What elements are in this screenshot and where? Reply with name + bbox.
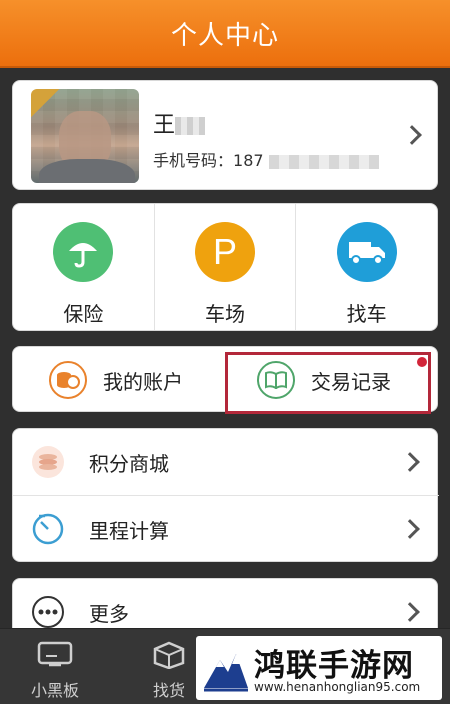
list-item-points-mall[interactable]: 积分商城 bbox=[13, 429, 439, 495]
more-label: 更多 bbox=[89, 601, 129, 626]
points-icon bbox=[32, 446, 64, 478]
service-find-truck[interactable]: 找车 bbox=[295, 204, 437, 330]
redacted-name bbox=[175, 117, 206, 135]
redacted-phone bbox=[268, 154, 379, 169]
tab-blackboard[interactable]: 小黑板 bbox=[10, 629, 100, 704]
blackboard-icon bbox=[37, 641, 73, 667]
watermark-brand: 鸿联手游网 bbox=[254, 648, 414, 684]
service-insurance[interactable]: 保险 bbox=[13, 204, 154, 330]
coins-icon bbox=[49, 361, 87, 399]
user-phone: 手机号码：187 bbox=[153, 147, 379, 171]
watermark-url: www.henanhonglian95.com bbox=[254, 680, 421, 694]
user-name: 王 bbox=[153, 107, 206, 139]
phone-number: 187 bbox=[233, 151, 264, 170]
profile-card[interactable]: 王 手机号码：187 bbox=[12, 80, 438, 190]
highlight-box bbox=[225, 352, 431, 414]
services-card: 保险 P 车场 找车 bbox=[12, 203, 438, 331]
page-title: 个人中心 bbox=[170, 20, 279, 51]
umbrella-icon bbox=[53, 222, 114, 282]
notification-dot bbox=[417, 357, 427, 367]
phone-label: 手机号码： bbox=[153, 151, 234, 170]
service-parking[interactable]: P 车场 bbox=[153, 204, 296, 330]
parking-icon: P bbox=[195, 222, 255, 282]
list-item-mileage[interactable]: 里程计算 bbox=[13, 496, 439, 562]
chevron-right-icon bbox=[400, 602, 420, 622]
mileage-icon bbox=[32, 513, 64, 545]
user-name-text: 王 bbox=[153, 113, 176, 138]
points-mall-label: 积分商城 bbox=[89, 451, 169, 476]
more-dots-icon bbox=[32, 596, 64, 628]
chevron-right-icon bbox=[400, 452, 420, 472]
service-find-truck-label: 找车 bbox=[346, 302, 387, 326]
service-insurance-label: 保险 bbox=[63, 302, 104, 326]
avatar[interactable] bbox=[31, 89, 139, 183]
truck-icon bbox=[336, 222, 397, 282]
box-icon bbox=[153, 641, 185, 669]
menu-list-card: 积分商城 里程计算 bbox=[12, 428, 439, 562]
my-account-label: 我的账户 bbox=[103, 369, 183, 394]
service-parking-label: 车场 bbox=[205, 302, 245, 326]
my-account-button[interactable]: 我的账户 bbox=[49, 347, 183, 413]
chevron-right-icon bbox=[400, 519, 420, 539]
watermark-logo: 鸿联手游网 www.henanhonglian95.com bbox=[196, 636, 442, 700]
tab-blackboard-label: 小黑板 bbox=[30, 681, 79, 700]
mountain-logo-icon bbox=[204, 654, 248, 692]
header-bar: 个人中心 bbox=[0, 0, 450, 68]
chevron-right-icon bbox=[402, 125, 422, 145]
account-card: 我的账户 交易记录 bbox=[12, 346, 438, 414]
mileage-label: 里程计算 bbox=[89, 518, 169, 543]
